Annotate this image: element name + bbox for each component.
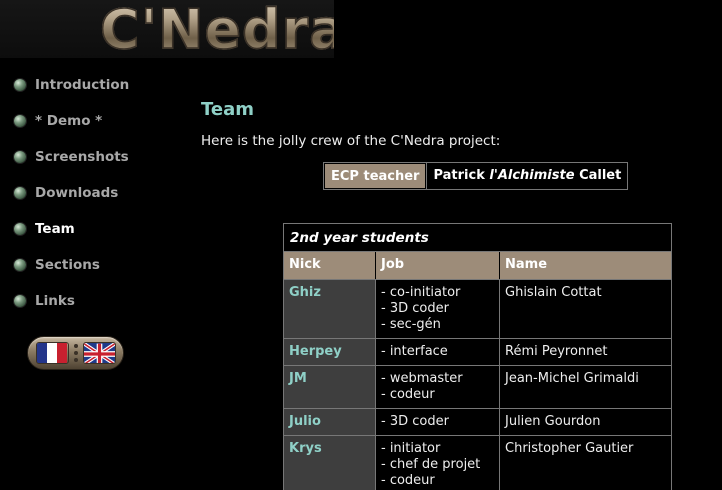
nick-cell: Herpey (284, 339, 376, 365)
table-row: Ghiz - co-initiator - 3D coder - sec-gén… (284, 280, 671, 339)
teacher-label: ECP teacher (324, 163, 427, 189)
job-cell: - webmaster - codeur (376, 366, 500, 408)
table-row: Herpey - interface Rémi Peyronnet (284, 339, 671, 366)
teacher-name: Patrick l'Alchimiste Callet (426, 163, 627, 189)
bullet-icon (14, 151, 26, 163)
nav-item-label: Team (35, 221, 75, 237)
job-cell: - interface (376, 339, 500, 365)
name-cell: Jean-Michel Grimaldi (505, 371, 639, 386)
bullet-icon (14, 223, 26, 235)
intro-text: Here is the jolly crew of the C'Nedra pr… (201, 133, 501, 149)
job-line: - 3D coder (381, 301, 449, 316)
job-line: - co-initiator (381, 285, 461, 300)
nick-cell: Julio (284, 409, 376, 435)
teacher-last-name: Callet (579, 168, 622, 183)
column-header-nick: Nick (284, 252, 376, 279)
teacher-alias: l'Alchimiste (489, 168, 575, 183)
job-line: - interface (381, 344, 448, 359)
job-line: - initiator (381, 441, 441, 456)
nav-item-label: Links (35, 293, 75, 309)
nav-item-team[interactable]: Team (14, 220, 184, 238)
job-cell: - initiator - chef de projet - codeur (376, 436, 500, 490)
table-header-row: Nick Job Name (284, 252, 671, 280)
bullet-icon (14, 295, 26, 307)
teacher-first-name: Patrick (433, 168, 485, 183)
job-cell: - 3D coder (376, 409, 500, 435)
job-line: - webmaster (381, 371, 463, 386)
nav-item-screenshots[interactable]: Screenshots (14, 148, 184, 166)
flag-uk-icon[interactable] (82, 342, 116, 364)
teacher-table: ECP teacher Patrick l'Alchimiste Callet (323, 162, 629, 190)
nav-item-label: * Demo * (35, 113, 103, 129)
nav-item-links[interactable]: Links (14, 292, 184, 310)
nav-item-label: Downloads (35, 185, 119, 201)
nav-item-label: Screenshots (35, 149, 129, 165)
divider-icon (73, 342, 79, 364)
language-toggle-button[interactable] (27, 336, 124, 370)
sidebar-nav: Introduction * Demo * Screenshots Downlo… (14, 76, 184, 328)
table-row: Krys - initiator - chef de projet - code… (284, 436, 671, 490)
job-line: - 3D coder (381, 414, 449, 429)
column-header-name: Name (500, 252, 671, 279)
page-title: Team (201, 99, 254, 120)
table-row: Julio - 3D coder Julien Gourdon (284, 409, 671, 436)
page: C'Nedra Introduction * Demo * Screenshot… (0, 0, 722, 490)
name-cell: Rémi Peyronnet (505, 344, 608, 359)
bullet-icon (14, 259, 26, 271)
bullet-icon (14, 79, 26, 91)
job-line: - codeur (381, 387, 435, 402)
site-logo: C'Nedra (99, 0, 334, 58)
students-table: 2nd year students Nick Job Name Ghiz - c… (283, 223, 672, 490)
nav-item-label: Sections (35, 257, 100, 273)
nick-cell: JM (284, 366, 376, 408)
nav-item-introduction[interactable]: Introduction (14, 76, 184, 94)
table-row: JM - webmaster - codeur Jean-Michel Grim… (284, 366, 671, 409)
nav-item-sections[interactable]: Sections (14, 256, 184, 274)
column-header-job: Job (376, 252, 500, 279)
job-line: - chef de projet (381, 457, 481, 472)
bullet-icon (14, 115, 26, 127)
nick-cell: Krys (284, 436, 376, 490)
job-line: - sec-gén (381, 317, 441, 332)
main-content: Team Here is the jolly crew of the C'Ned… (201, 98, 701, 490)
nav-item-downloads[interactable]: Downloads (14, 184, 184, 202)
nick-cell: Ghiz (284, 280, 376, 338)
table-caption: 2nd year students (284, 224, 671, 252)
flag-fr-icon[interactable] (35, 342, 69, 364)
logo-banner[interactable]: C'Nedra (0, 0, 334, 58)
name-cell: Christopher Gautier (505, 441, 634, 456)
bullet-icon (14, 187, 26, 199)
nav-item-label: Introduction (35, 77, 130, 93)
job-cell: - co-initiator - 3D coder - sec-gén (376, 280, 500, 338)
job-line: - codeur (381, 473, 435, 488)
name-cell: Julien Gourdon (505, 414, 601, 429)
name-cell: Ghislain Cottat (505, 285, 602, 300)
nav-item-demo[interactable]: * Demo * (14, 112, 184, 130)
